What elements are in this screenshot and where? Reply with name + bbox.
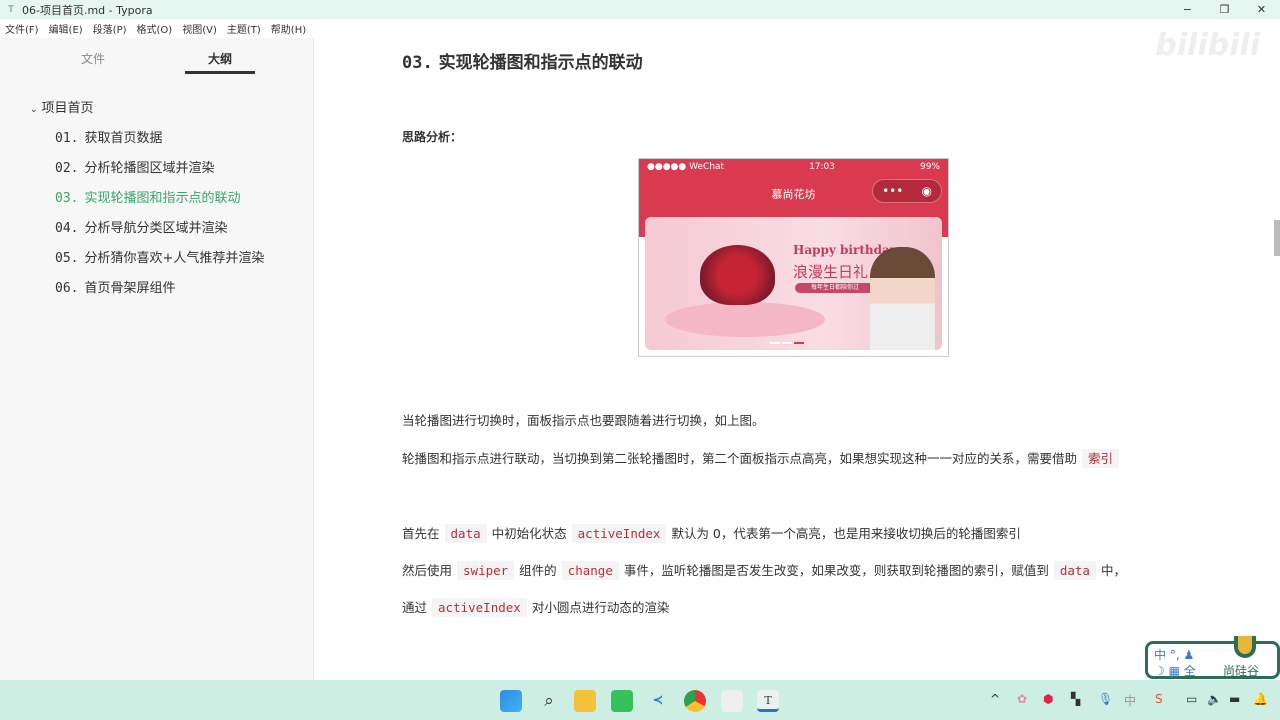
- taskbar: ⌕ ≺ T ^ ✿ ⬢ ▚ 🎙 中 S ▭ 🔈 ▬ 🔔: [0, 680, 1280, 720]
- vscode-icon[interactable]: ≺: [647, 690, 669, 712]
- notification-icon[interactable]: 🔔: [1253, 692, 1268, 706]
- typora-taskbar-icon[interactable]: T: [757, 690, 779, 712]
- subheading: 思路分析：: [402, 130, 463, 144]
- volume-icon[interactable]: 🔈: [1207, 692, 1222, 706]
- outline-item-active[interactable]: 03. 实现轮播图和指示点的联动: [0, 184, 313, 214]
- tray-app-icon[interactable]: ⬢: [1043, 692, 1053, 706]
- minimize-button[interactable]: −: [1169, 0, 1206, 19]
- windows-start-icon[interactable]: [500, 690, 522, 712]
- more-icon: •••: [882, 184, 904, 198]
- scrollbar[interactable]: [1274, 220, 1280, 256]
- carousel-banner: Happy birthday 浪漫生日礼 每年生日都陪你过: [645, 217, 942, 350]
- active-tab-indicator: [185, 71, 255, 74]
- menu-edit[interactable]: 编辑(E): [49, 21, 83, 36]
- search-icon[interactable]: ⌕: [538, 690, 560, 712]
- outline-item-root[interactable]: ⌄ 项目首页: [0, 94, 313, 124]
- miniapp-capsule: ••• ◉: [872, 179, 942, 203]
- outline-item[interactable]: 02. 分析轮播图区域并渲染: [0, 154, 313, 184]
- section-heading: 03. 实现轮播图和指示点的联动: [402, 53, 643, 73]
- bouquet-image: [700, 245, 775, 305]
- menu-file[interactable]: 文件(F): [5, 21, 39, 36]
- chevron-up-icon[interactable]: ^: [990, 692, 1000, 706]
- outline-item[interactable]: 05. 分析猜你喜欢+人气推荐并渲染: [0, 244, 313, 274]
- menu-paragraph[interactable]: 段落(P): [93, 21, 127, 36]
- app-icon[interactable]: [721, 690, 743, 712]
- record-icon: ◉: [921, 184, 932, 198]
- brand-logo: [1234, 636, 1256, 658]
- window-title: 06-项目首页.md - Typora: [22, 3, 153, 17]
- chevron-down-icon: ⌄: [30, 105, 38, 115]
- paragraph: 轮播图和指示点进行联动，当切换到第二张轮播图时，第二个面板指示点高亮，如果想实现…: [402, 448, 1124, 468]
- outline-item[interactable]: 06. 首页骨架屏组件: [0, 274, 313, 304]
- tab-outline[interactable]: 大纲: [208, 50, 232, 67]
- typora-app-icon: T: [8, 4, 14, 15]
- status-time: 17:03: [809, 162, 835, 172]
- screenshot-image: ●●●●● WeChat 17:03 99% 慕尚花坊 ••• ◉ Happy bir…: [638, 158, 949, 357]
- paragraph: 通过 activeIndex 对小圆点进行动态的渲染: [402, 598, 670, 617]
- menu-help[interactable]: 帮助(H): [271, 21, 306, 36]
- indicator-dots: [770, 342, 804, 344]
- model-image: [870, 247, 935, 350]
- menu-bar: 文件(F) 编辑(E) 段落(P) 格式(O) 视图(V) 主题(T) 帮助(H…: [0, 19, 1280, 38]
- status-battery: 99%: [919, 162, 940, 172]
- paragraph: 然后使用 swiper 组件的 change 事件，监听轮播图是否发生改变，如果改变，则…: [402, 561, 1126, 580]
- outline-item[interactable]: 04. 分析导航分类区域并渲染: [0, 214, 313, 244]
- microphone-icon[interactable]: 🎙: [1098, 692, 1113, 706]
- menu-view[interactable]: 视图(V): [182, 21, 217, 36]
- chrome-icon[interactable]: [684, 690, 706, 712]
- menu-theme[interactable]: 主题(T): [227, 21, 261, 36]
- sogou-icon[interactable]: S: [1155, 692, 1163, 706]
- bilibili-watermark: bilibili: [1155, 28, 1260, 63]
- tab-files[interactable]: 文件: [81, 50, 105, 67]
- outline-list: ⌄ 项目首页 01. 获取首页数据 02. 分析轮播图区域并渲染 03. 实现轮播图和指…: [0, 94, 313, 304]
- ime-toolbar[interactable]: 中 °, ♟ ☽ ▦ 全 尚硅谷: [1145, 636, 1280, 679]
- sidebar: 文件 大纲 ⌄ 项目首页 01. 获取首页数据 02. 分析轮播图区域并渲染 03. 实…: [0, 38, 314, 680]
- paragraph: 当轮播图进行切换时，面板指示点也要跟随着进行切换，如上图。: [402, 413, 765, 428]
- network-icon[interactable]: ▭: [1186, 692, 1197, 706]
- tray-app-icon[interactable]: ▚: [1071, 692, 1080, 706]
- battery-icon[interactable]: ▬: [1229, 692, 1240, 706]
- wechat-devtools-icon[interactable]: [611, 690, 633, 712]
- status-signal: ●●●●● WeChat: [647, 162, 725, 172]
- outline-item[interactable]: 01. 获取首页数据: [0, 124, 313, 154]
- tray-app-icon[interactable]: ✿: [1017, 692, 1027, 706]
- ime-icon[interactable]: 中: [1124, 692, 1136, 709]
- paragraph: 首先在 data 中初始化状态 activeIndex 默认为 0，代表第一个高亮，也是…: [402, 524, 1021, 543]
- title-bar: T 06-项目首页.md - Typora − ❐ ✕: [0, 0, 1280, 19]
- close-button[interactable]: ✕: [1243, 0, 1280, 19]
- maximize-button[interactable]: ❐: [1206, 0, 1243, 19]
- menu-format[interactable]: 格式(O): [137, 21, 173, 36]
- file-explorer-icon[interactable]: [574, 690, 596, 712]
